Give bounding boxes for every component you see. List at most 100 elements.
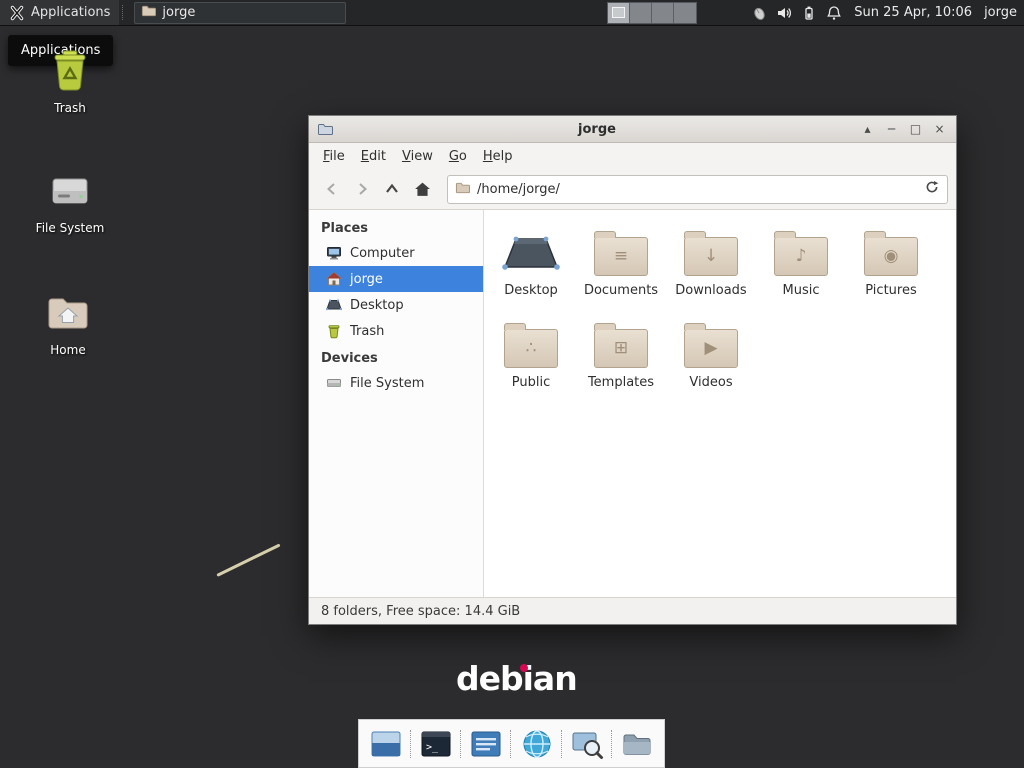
location-bar[interactable]: /home/jorge/ bbox=[447, 175, 948, 204]
folder-icon: ∴ bbox=[504, 329, 558, 368]
close-button[interactable]: × bbox=[931, 120, 948, 138]
shade-button[interactable]: ▴ bbox=[859, 120, 876, 138]
menubar: File Edit View Go Help bbox=[309, 143, 956, 169]
desktop-icon-home[interactable]: Home bbox=[20, 288, 116, 357]
minimize-button[interactable]: ─ bbox=[883, 120, 900, 138]
sidebar-item-file-system[interactable]: File System bbox=[309, 370, 483, 396]
menu-view[interactable]: View bbox=[394, 146, 441, 167]
reload-button[interactable] bbox=[924, 179, 940, 199]
menu-file[interactable]: File bbox=[315, 146, 353, 167]
sidebar-item-label: jorge bbox=[350, 272, 383, 287]
folder-label: Desktop bbox=[504, 283, 558, 298]
tray-mouse-icon[interactable] bbox=[751, 5, 767, 21]
dock-list-window-icon[interactable] bbox=[469, 727, 503, 761]
template-emblem-icon: ⊞ bbox=[595, 330, 647, 367]
top-panel: Applications jorge Sun 25 Apr, bbox=[0, 0, 1024, 26]
dock-separator bbox=[460, 730, 462, 758]
dock-app-finder-icon[interactable] bbox=[570, 727, 604, 761]
dock-file-manager-icon[interactable] bbox=[620, 727, 654, 761]
panel-right-cluster: Sun 25 Apr, 10:06 jorge bbox=[751, 0, 1017, 25]
folder-icon-box: ◉ bbox=[864, 220, 918, 276]
system-tray bbox=[751, 5, 842, 21]
folder-icon-box: ≡ bbox=[594, 220, 648, 276]
menu-help[interactable]: Help bbox=[475, 146, 521, 167]
folder-item-music[interactable]: ♪ Music bbox=[756, 220, 846, 298]
folder-icon-box: ∴ bbox=[504, 312, 558, 368]
folder-label: Videos bbox=[689, 375, 732, 390]
folder-label: Templates bbox=[588, 375, 654, 390]
sidebar-item-label: File System bbox=[350, 376, 424, 391]
up-button[interactable] bbox=[377, 175, 407, 203]
folder-label: Music bbox=[783, 283, 820, 298]
folder-icon bbox=[455, 180, 470, 199]
devices-header: Devices bbox=[309, 344, 483, 370]
workspace-3[interactable] bbox=[652, 3, 674, 23]
forward-button[interactable] bbox=[347, 175, 377, 203]
applications-menu-label: Applications bbox=[31, 5, 110, 20]
folder-icon: ≡ bbox=[594, 237, 648, 276]
folder-icon bbox=[141, 3, 156, 22]
desktop-icon-trash[interactable]: Trash bbox=[22, 46, 118, 115]
maximize-button[interactable]: □ bbox=[907, 120, 924, 138]
dock-terminal-icon[interactable]: >_ bbox=[419, 727, 453, 761]
sidebar: Places Computer jorge Desktop bbox=[309, 210, 484, 597]
folder-item-desktop[interactable]: Desktop bbox=[486, 220, 576, 298]
dock-separator bbox=[611, 730, 613, 758]
workspace-window-outline bbox=[612, 7, 625, 18]
home-button[interactable] bbox=[407, 175, 437, 203]
menu-edit[interactable]: Edit bbox=[353, 146, 394, 167]
username-indicator: jorge bbox=[984, 5, 1017, 20]
trash-icon bbox=[326, 323, 342, 339]
clock[interactable]: Sun 25 Apr, 10:06 bbox=[854, 5, 972, 20]
menu-go[interactable]: Go bbox=[441, 146, 475, 167]
taskbar-window-button[interactable]: jorge bbox=[134, 2, 346, 24]
folder-icon-box: ♪ bbox=[774, 220, 828, 276]
tray-power-icon[interactable] bbox=[801, 5, 817, 21]
folder-item-templates[interactable]: ⊞ Templates bbox=[576, 312, 666, 390]
sidebar-item-label: Trash bbox=[350, 324, 384, 339]
sidebar-item-jorge[interactable]: jorge bbox=[309, 266, 483, 292]
user-home-icon bbox=[326, 271, 342, 287]
folder-item-pictures[interactable]: ◉ Pictures bbox=[846, 220, 936, 298]
sidebar-item-trash[interactable]: Trash bbox=[309, 318, 483, 344]
back-button[interactable] bbox=[317, 175, 347, 203]
folder-item-downloads[interactable]: ↓ Downloads bbox=[666, 220, 756, 298]
dock-separator bbox=[510, 730, 512, 758]
drive-icon bbox=[22, 166, 118, 216]
tray-volume-icon[interactable] bbox=[776, 5, 792, 21]
window-icon bbox=[317, 121, 335, 137]
window-body: Places Computer jorge Desktop bbox=[309, 210, 956, 597]
workspace-2[interactable] bbox=[630, 3, 652, 23]
folder-item-videos[interactable]: ▶ Videos bbox=[666, 312, 756, 390]
folder-item-documents[interactable]: ≡ Documents bbox=[576, 220, 666, 298]
workspace-4[interactable] bbox=[674, 3, 696, 23]
tray-notifications-icon[interactable] bbox=[826, 5, 842, 21]
sidebar-item-label: Computer bbox=[350, 246, 415, 261]
xorg-logo-icon bbox=[9, 5, 25, 21]
trash-icon bbox=[22, 46, 118, 96]
documents-emblem-icon: ≡ bbox=[595, 238, 647, 275]
titlebar[interactable]: jorge ▴ ─ □ × bbox=[309, 116, 956, 143]
folder-icon: ↓ bbox=[684, 237, 738, 276]
desktop-icon-file-system[interactable]: File System bbox=[22, 166, 118, 235]
folder-view[interactable]: Desktop ≡ Documents ↓ bbox=[484, 210, 956, 597]
window-controls: ▴ ─ □ × bbox=[859, 120, 948, 138]
dock-separator bbox=[410, 730, 412, 758]
location-path[interactable]: /home/jorge/ bbox=[477, 182, 917, 197]
dock-show-desktop-icon[interactable] bbox=[369, 727, 403, 761]
sidebar-item-computer[interactable]: Computer bbox=[309, 240, 483, 266]
dock-web-browser-icon[interactable] bbox=[520, 727, 554, 761]
sidebar-item-desktop[interactable]: Desktop bbox=[309, 292, 483, 318]
share-emblem-icon: ∴ bbox=[505, 330, 557, 367]
workspace-pager bbox=[607, 2, 697, 24]
applications-menu-button[interactable]: Applications bbox=[0, 0, 119, 25]
video-emblem-icon: ▶ bbox=[685, 330, 737, 367]
folder-label: Documents bbox=[584, 283, 658, 298]
panel-drag-handle bbox=[122, 5, 129, 20]
debian-logo-text: debian bbox=[456, 659, 577, 698]
folder-item-public[interactable]: ∴ Public bbox=[486, 312, 576, 390]
desktop-special-icon bbox=[502, 220, 560, 276]
stray-line-artifact bbox=[216, 543, 280, 576]
workspace-1[interactable] bbox=[608, 3, 630, 23]
taskbar-window-label: jorge bbox=[162, 5, 195, 20]
